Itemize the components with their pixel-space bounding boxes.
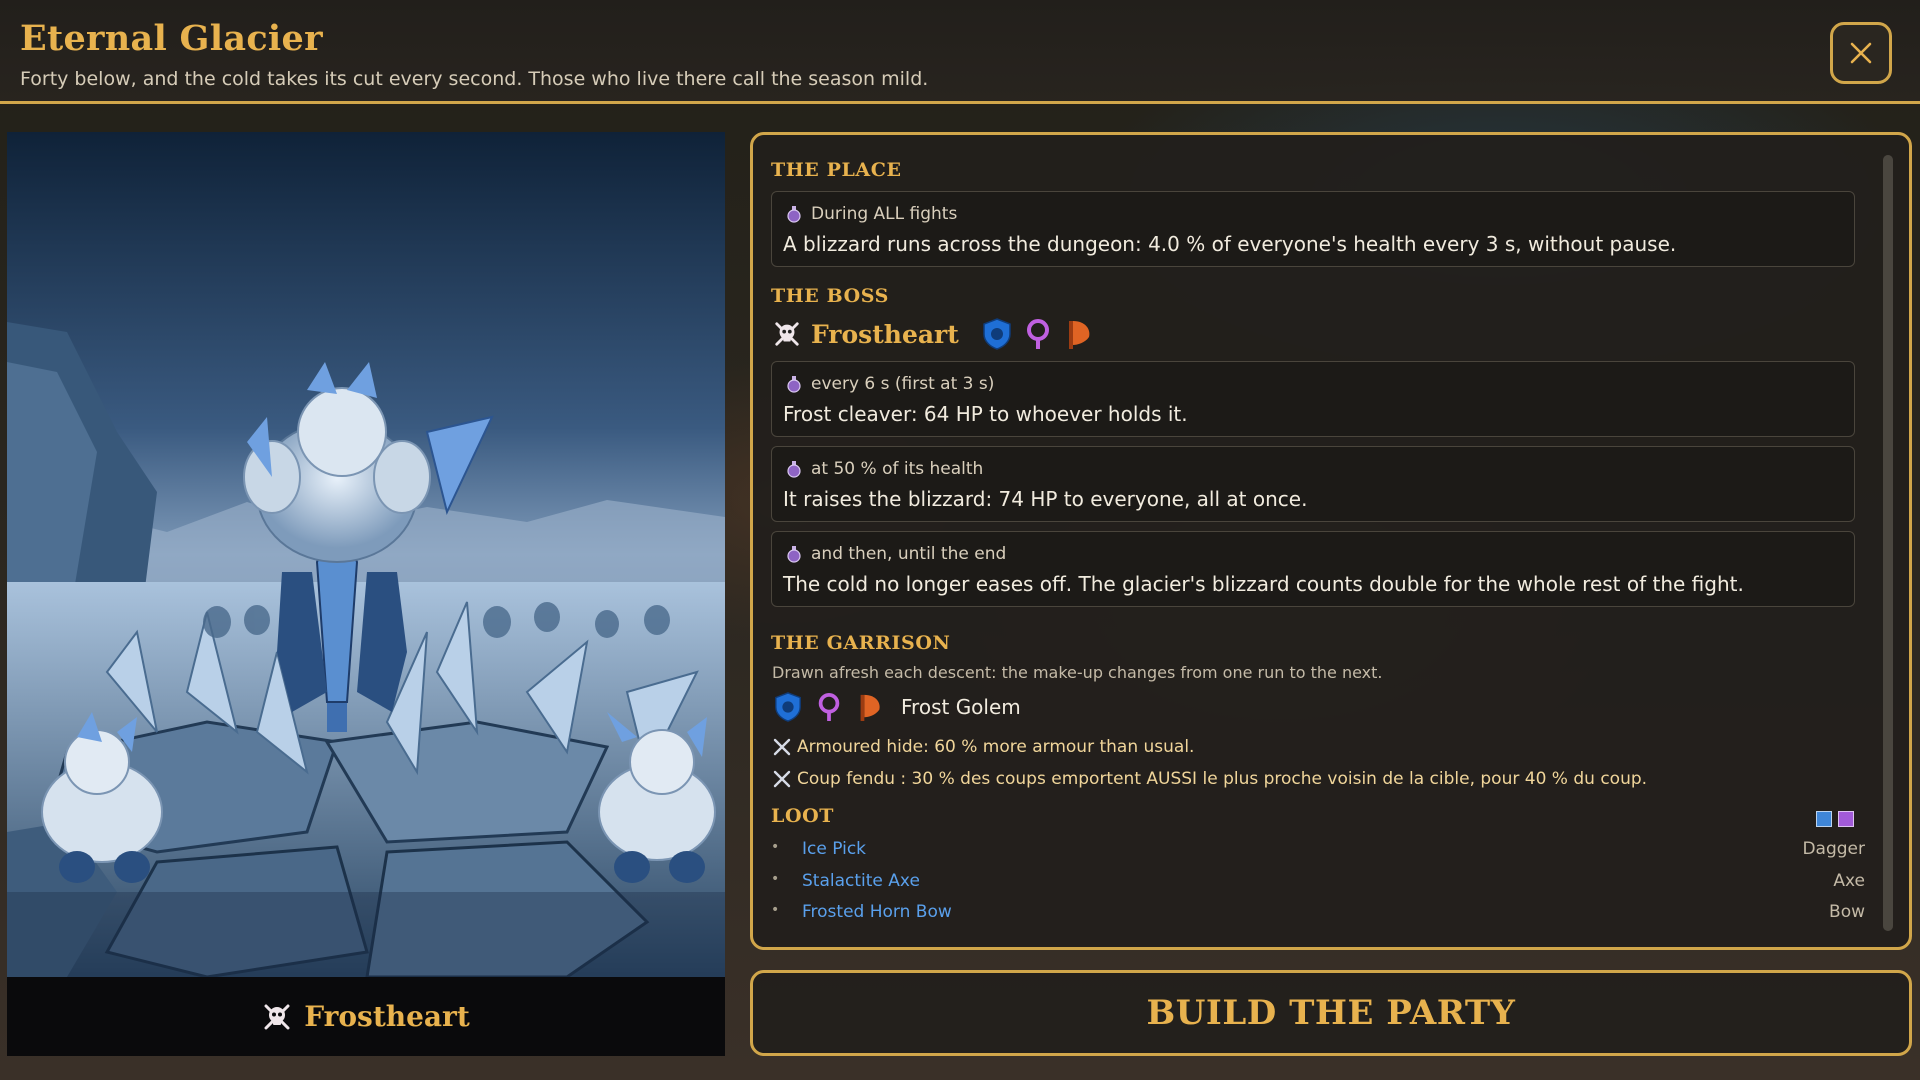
section-heading-boss: THE BOSS xyxy=(771,285,889,307)
loot-bullet: • xyxy=(771,902,780,918)
crossed-swords-icon xyxy=(773,770,791,788)
boss-effect-card-1: every 6 s (first at 3 s) Frost cleaver: … xyxy=(771,361,1855,437)
effect-description: It raises the blizzard: 74 HP to everyon… xyxy=(783,487,1308,511)
effect-trigger: at 50 % of its health xyxy=(786,459,983,479)
loot-item-name[interactable]: Ice Pick xyxy=(802,839,866,859)
page-subtitle: Forty below, and the cold takes its cut … xyxy=(20,68,929,90)
boss-effect-card-2: at 50 % of its health It raises the bliz… xyxy=(771,446,1855,522)
potion-icon xyxy=(786,460,802,478)
close-icon xyxy=(1849,41,1873,65)
section-heading-loot: LOOT xyxy=(771,805,834,827)
loot-item-type: Dagger xyxy=(1802,839,1865,859)
loot-item-type: Bow xyxy=(1829,902,1865,922)
trait-text: Armoured hide: 60 % more armour than usu… xyxy=(797,737,1195,757)
effect-trigger-label: and then, until the end xyxy=(811,544,1007,564)
garrison-enemy-row: Frost Golem xyxy=(773,691,1021,723)
trait-text: Coup fendu : 30 % des coups emportent AU… xyxy=(797,769,1648,789)
effect-trigger: and then, until the end xyxy=(786,544,1006,564)
loot-bullet: • xyxy=(771,871,780,887)
skull-crossbones-icon xyxy=(262,1002,292,1032)
skull-crossbones-icon xyxy=(773,320,801,348)
shield-icon[interactable] xyxy=(773,691,803,723)
loot-item[interactable]: • Stalactite Axe Axe xyxy=(771,871,1865,897)
effect-trigger-label: every 6 s (first at 3 s) xyxy=(811,374,995,394)
header-bar: Eternal Glacier Forty below, and the col… xyxy=(0,0,1920,104)
portrait-boss-name: Frostheart xyxy=(304,1000,470,1033)
potion-icon xyxy=(786,545,802,563)
info-scrollbar[interactable] xyxy=(1883,155,1893,931)
potion-icon xyxy=(786,375,802,393)
loot-item[interactable]: • Frosted Horn Bow Bow xyxy=(771,902,1865,928)
section-heading-garrison: THE GARRISON xyxy=(771,632,951,654)
potion-icon xyxy=(786,205,802,223)
page-title: Eternal Glacier xyxy=(20,18,323,59)
garrison-note: Drawn afresh each descent: the make-up c… xyxy=(772,663,1383,682)
loot-item-name[interactable]: Frosted Horn Bow xyxy=(802,902,952,922)
axe-icon[interactable] xyxy=(1063,317,1093,351)
portrait-caption: Frostheart xyxy=(7,977,725,1056)
section-heading-place: THE PLACE xyxy=(771,159,902,181)
loot-item-name[interactable]: Stalactite Axe xyxy=(802,871,920,891)
boss-header-row: Frostheart xyxy=(773,317,1093,351)
effect-trigger: During ALL fights xyxy=(786,204,957,224)
close-button[interactable] xyxy=(1830,22,1892,84)
garrison-trait: Armoured hide: 60 % more armour than usu… xyxy=(773,737,1194,757)
effect-description: A blizzard runs across the dungeon: 4.0 … xyxy=(783,232,1677,256)
boss-artwork xyxy=(7,132,725,977)
loot-bullet: • xyxy=(771,839,780,855)
effect-trigger-label: During ALL fights xyxy=(811,204,958,224)
shield-icon[interactable] xyxy=(981,317,1013,351)
effect-trigger-label: at 50 % of its health xyxy=(811,459,984,479)
rarity-filter-epic[interactable] xyxy=(1838,811,1854,827)
ring-icon[interactable] xyxy=(815,691,843,723)
loot-item[interactable]: • Ice Pick Dagger xyxy=(771,839,1865,865)
boss-effect-card-3: and then, until the end The cold no long… xyxy=(771,531,1855,607)
effect-trigger: every 6 s (first at 3 s) xyxy=(786,374,994,394)
build-party-button[interactable]: BUILD THE PARTY xyxy=(750,970,1912,1056)
place-effect-card: During ALL fights A blizzard runs across… xyxy=(771,191,1855,267)
effect-description: Frost cleaver: 64 HP to whoever holds it… xyxy=(783,402,1188,426)
dungeon-info-panel[interactable]: THE PLACE During ALL fights A blizzard r… xyxy=(750,132,1912,950)
boss-portrait-panel: Frostheart xyxy=(7,132,725,1056)
axe-icon[interactable] xyxy=(855,691,883,723)
rarity-filter-rare[interactable] xyxy=(1816,811,1832,827)
loot-rarity-filters xyxy=(1816,811,1854,827)
crossed-swords-icon xyxy=(773,738,791,756)
loot-item-type: Axe xyxy=(1833,871,1865,891)
boss-name: Frostheart xyxy=(811,319,959,349)
ring-icon[interactable] xyxy=(1023,317,1053,351)
scrollbar-thumb[interactable] xyxy=(1883,155,1893,931)
garrison-trait: Coup fendu : 30 % des coups emportent AU… xyxy=(773,769,1647,789)
garrison-enemy-name: Frost Golem xyxy=(901,695,1021,719)
effect-description: The cold no longer eases off. The glacie… xyxy=(783,572,1744,596)
